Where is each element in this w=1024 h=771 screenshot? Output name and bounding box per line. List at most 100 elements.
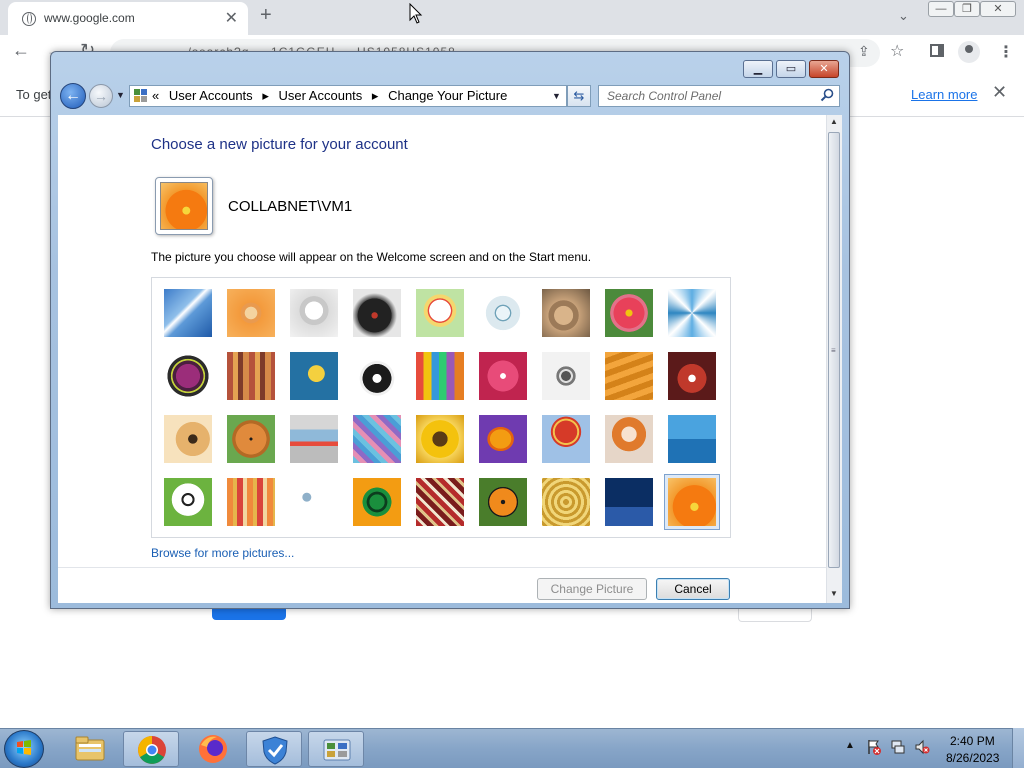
taskbar-chrome[interactable] <box>123 731 179 767</box>
picture-tile-crayons[interactable] <box>416 352 464 400</box>
clock-date[interactable]: 8/26/2023 <box>946 751 999 765</box>
share-icon[interactable]: ⇪ <box>858 43 870 60</box>
picture-tile-marbles[interactable] <box>290 478 338 526</box>
breadcrumb-separator-icon[interactable]: ▸ <box>262 88 269 103</box>
picture-tile-leaf[interactable] <box>290 352 338 400</box>
picture-tile-jacks[interactable] <box>542 352 590 400</box>
description-text: The picture you choose will appear on th… <box>151 250 592 264</box>
recent-pages-chevron-icon[interactable]: ▼ <box>116 90 125 100</box>
tab-close-icon[interactable]: ✕ <box>225 8 238 28</box>
mouse-cursor-icon <box>409 3 423 24</box>
browser-minimize-button[interactable]: — <box>928 1 954 17</box>
control-panel-icon <box>134 89 147 102</box>
picture-tile-dog[interactable] <box>353 352 401 400</box>
picture-tile-window-frame[interactable] <box>353 478 401 526</box>
picture-tile-pomeranian[interactable] <box>227 415 275 463</box>
picture-tile-roller-coaster[interactable] <box>164 289 212 337</box>
picture-tile-paper-crane[interactable] <box>668 352 716 400</box>
picture-tile-paper-star[interactable] <box>479 352 527 400</box>
show-desktop-button[interactable] <box>1012 728 1024 768</box>
browser-close-button[interactable]: ✕ <box>980 1 1016 17</box>
picture-tile-orange-flower[interactable] <box>664 474 720 530</box>
picture-tile-starfish[interactable] <box>227 289 275 337</box>
back-button[interactable]: ← <box>60 83 86 109</box>
taskbar-security[interactable] <box>246 731 302 767</box>
windows-logo-icon <box>17 740 31 755</box>
network-icon[interactable] <box>890 739 906 755</box>
picture-tile-record-player[interactable] <box>353 289 401 337</box>
clock-time[interactable]: 2:40 PM <box>950 734 995 748</box>
show-hidden-icons-chevron-icon[interactable]: ▲ <box>845 740 855 751</box>
shield-icon <box>262 736 288 765</box>
back-arrow-icon[interactable]: ← <box>12 40 30 61</box>
search-icon[interactable] <box>819 87 835 103</box>
picture-tile-stairs[interactable] <box>605 352 653 400</box>
volume-muted-icon[interactable] <box>914 739 930 755</box>
picture-tile-rug[interactable] <box>416 478 464 526</box>
browse-pictures-link[interactable]: Browse for more pictures... <box>151 546 294 560</box>
close-button[interactable]: ✕ <box>809 60 839 78</box>
cancel-button[interactable]: Cancel <box>656 578 730 600</box>
picture-tile-lighthouse[interactable] <box>605 478 653 526</box>
minimize-button[interactable]: ▁ <box>743 60 773 78</box>
picture-tile-fabric[interactable] <box>227 352 275 400</box>
taskbar-control-panel[interactable] <box>308 731 364 767</box>
picture-tile-pinwheel[interactable] <box>668 289 716 337</box>
scroll-up-arrow-icon[interactable]: ▲ <box>826 117 842 126</box>
picture-tile-sunflower[interactable] <box>416 415 464 463</box>
search-placeholder: Search Control Panel <box>607 89 722 103</box>
footer-divider <box>58 567 826 568</box>
side-panel-icon[interactable] <box>930 44 944 57</box>
control-panel-icon <box>323 739 351 761</box>
picture-tile-sailboat[interactable] <box>668 415 716 463</box>
picture-tile-dome[interactable] <box>542 478 590 526</box>
picture-tile-soccer-ball[interactable] <box>164 478 212 526</box>
picture-tile-lucky-cat[interactable] <box>416 289 464 337</box>
picture-tile-striped-fabric[interactable] <box>227 478 275 526</box>
picture-tile-doll[interactable] <box>605 415 653 463</box>
infobar-text: To get <box>16 87 52 102</box>
folder-icon <box>75 736 105 761</box>
infobar-close-icon[interactable]: ✕ <box>992 82 1007 103</box>
picture-tile-kitten[interactable] <box>542 289 590 337</box>
maximize-button[interactable]: ▭ <box>776 60 806 78</box>
picture-tile-scarves[interactable] <box>353 415 401 463</box>
tab-search-chevron-icon[interactable]: ⌄ <box>898 8 909 24</box>
breadcrumb-item-change-picture[interactable]: Change Your Picture <box>388 88 507 103</box>
breadcrumb-overflow[interactable]: « <box>152 88 159 103</box>
picture-tile-robot-dog[interactable] <box>290 289 338 337</box>
taskbar-file-explorer[interactable] <box>62 731 118 767</box>
learn-more-link[interactable]: Learn more <box>911 87 977 102</box>
bookmark-star-icon[interactable]: ☆ <box>890 41 904 61</box>
action-center-flag-icon[interactable] <box>866 739 882 755</box>
picture-tile-butterfly[interactable] <box>479 478 527 526</box>
current-account-picture <box>155 177 213 235</box>
picture-tile-guitar[interactable] <box>164 415 212 463</box>
picture-tile-gyroscope[interactable] <box>479 289 527 337</box>
forward-button[interactable]: → <box>89 84 113 108</box>
change-picture-button[interactable]: Change Picture <box>537 578 647 600</box>
browser-tab-title: www.google.com <box>44 11 135 25</box>
scrollbar-grip-icon: ≡ <box>831 346 836 355</box>
picture-tile-fish[interactable] <box>479 415 527 463</box>
account-name: COLLABNET\VM1 <box>228 198 353 215</box>
address-dropdown-icon[interactable]: ▼ <box>552 91 561 101</box>
picture-tile-balloon[interactable] <box>542 415 590 463</box>
kebab-menu-icon[interactable]: ⋮ <box>998 42 1014 62</box>
breadcrumb-item-user-accounts-1[interactable]: User Accounts <box>169 88 253 103</box>
browser-tab[interactable]: www.google.com ✕ <box>8 2 248 35</box>
picture-tile-ball[interactable] <box>164 352 212 400</box>
refresh-button[interactable]: ⇆ <box>567 85 591 107</box>
profile-avatar-icon[interactable] <box>958 41 980 63</box>
new-tab-button[interactable]: + <box>260 4 272 27</box>
orange-flower-thumbnail <box>160 182 208 230</box>
browser-restore-button[interactable]: ❐ <box>954 1 980 17</box>
breadcrumb-separator-icon[interactable]: ▸ <box>372 88 379 103</box>
breadcrumb: « User Accounts ▸ User Accounts ▸ Change… <box>152 88 513 104</box>
breadcrumb-item-user-accounts-2[interactable]: User Accounts <box>278 88 362 103</box>
picture-tile-flower[interactable] <box>605 289 653 337</box>
page-title: Choose a new picture for your account <box>151 136 408 153</box>
taskbar-firefox[interactable] <box>185 731 241 767</box>
picture-tile-toy-robot[interactable] <box>290 415 338 463</box>
scroll-down-arrow-icon[interactable]: ▼ <box>826 589 842 598</box>
